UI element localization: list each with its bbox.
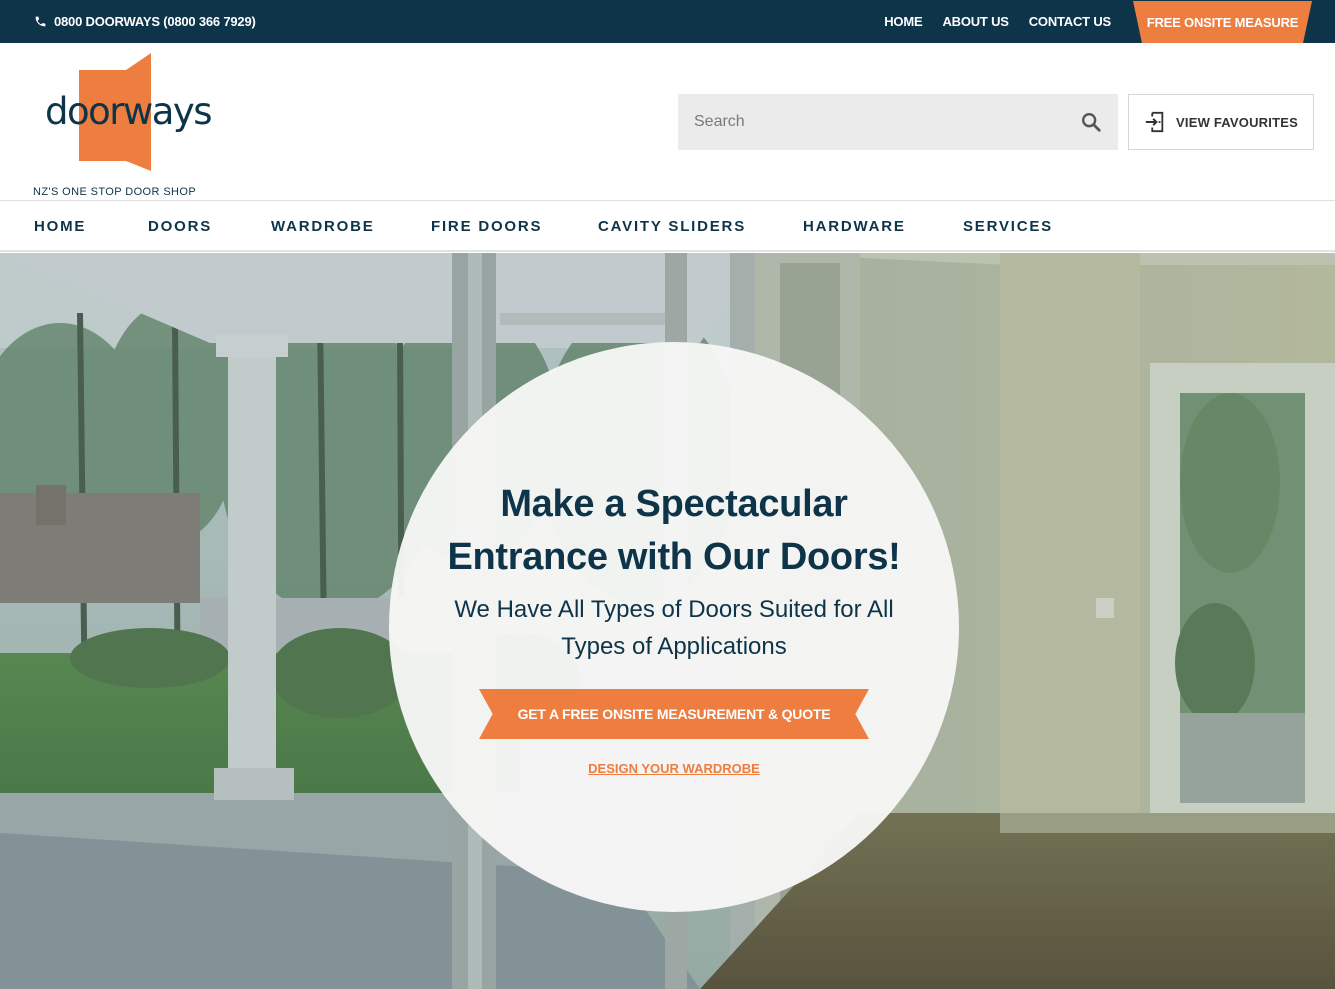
hero-banner: Make a Spectacular Entrance with Our Doo…: [0, 253, 1335, 989]
free-onsite-measure-button[interactable]: FREE ONSITE MEASURE: [1133, 1, 1312, 43]
phone-icon: [35, 16, 46, 27]
design-your-wardrobe-link[interactable]: DESIGN YOUR WARDROBE: [389, 761, 959, 776]
nav-item-fire-doors[interactable]: FIRE DOORS: [431, 201, 542, 251]
top-link-about-us[interactable]: ABOUT US: [942, 14, 1008, 29]
search-input[interactable]: [678, 94, 1058, 150]
search-box: [678, 94, 1118, 150]
top-link-home[interactable]: HOME: [884, 14, 922, 29]
phone-link[interactable]: 0800 DOORWAYS (0800 366 7929): [34, 0, 256, 43]
hero-subtitle-line-2: Types of Applications: [561, 633, 787, 660]
logo-tagline: NZ'S ONE STOP DOOR SHOP: [33, 186, 197, 198]
enter-door-icon: [1145, 111, 1164, 133]
hero-title-line-1: Make a Spectacular: [500, 483, 848, 525]
phone-number: 0800 DOORWAYS (0800 366 7929): [54, 14, 256, 29]
view-favourites-label: VIEW FAVOURITES: [1176, 114, 1298, 130]
nav-item-doors[interactable]: DOORS: [148, 201, 212, 251]
logo-wordmark: doorways: [45, 90, 211, 133]
nav-item-hardware[interactable]: HARDWARE: [803, 201, 906, 251]
doorways-logo[interactable]: doorways NZ'S ONE STOP DOOR SHOP: [33, 53, 213, 198]
hero-subtitle-line-1: We Have All Types of Doors Suited for Al…: [454, 596, 894, 623]
nav-item-home[interactable]: HOME: [34, 201, 86, 251]
nav-item-cavity-sliders[interactable]: CAVITY SLIDERS: [598, 201, 746, 251]
top-link-contact-us[interactable]: CONTACT US: [1029, 14, 1111, 29]
hero-subtitle: We Have All Types of Doors Suited for Al…: [430, 591, 918, 665]
hero-title: Make a Spectacular Entrance with Our Doo…: [389, 478, 959, 584]
view-favourites-button[interactable]: VIEW FAVOURITES: [1128, 94, 1314, 150]
hero-title-line-2: Entrance with Our Doors!: [447, 536, 901, 578]
top-links: HOME ABOUT US CONTACT US: [884, 0, 1111, 43]
nav-item-services[interactable]: SERVICES: [963, 201, 1053, 251]
search-icon[interactable]: [1080, 111, 1102, 133]
top-bar: 0800 DOORWAYS (0800 366 7929) HOME ABOUT…: [0, 0, 1335, 43]
site-header: doorways NZ'S ONE STOP DOOR SHOP VIEW FA…: [0, 43, 1335, 200]
main-nav: HOME DOORS WARDROBE FIRE DOORS CAVITY SL…: [0, 200, 1335, 252]
free-measurement-quote-button[interactable]: GET A FREE ONSITE MEASUREMENT & QUOTE: [479, 689, 869, 739]
nav-item-wardrobe[interactable]: WARDROBE: [271, 201, 375, 251]
